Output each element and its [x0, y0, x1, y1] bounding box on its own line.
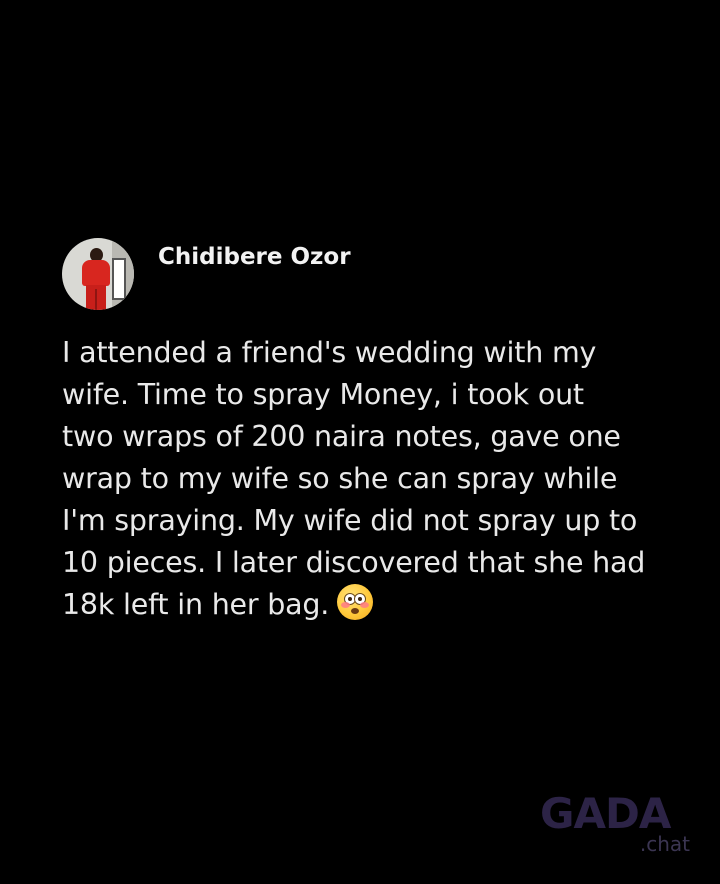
- post-body: I attended a friend's wedding with my wi…: [62, 332, 692, 626]
- post-line-7: 18k left in her bag.: [62, 588, 330, 621]
- post-line-5: I'm spraying. My wife did not spray up t…: [62, 504, 638, 537]
- avatar[interactable]: [62, 238, 134, 310]
- post-line-3: two wraps of 200 naira notes, gave one: [62, 420, 621, 453]
- watermark-logo-text: GADA: [540, 789, 671, 838]
- watermark-logo: GADA .chat: [540, 792, 700, 862]
- post-card: Chidibere Ozor I attended a friend's wed…: [62, 238, 682, 626]
- author-name[interactable]: Chidibere Ozor: [158, 244, 351, 270]
- post-header: Chidibere Ozor: [62, 238, 682, 312]
- avatar-person-legs: [86, 285, 106, 310]
- post-line-4: wrap to my wife so she can spray while: [62, 462, 618, 495]
- post-line-2: wife. Time to spray Money, i took out: [62, 378, 584, 411]
- flushed-face-icon: [337, 584, 374, 620]
- post-line-6: 10 pieces. I later discovered that she h…: [62, 546, 646, 579]
- avatar-background-door: [112, 258, 126, 300]
- avatar-person-torso: [82, 260, 110, 286]
- post-line-1: I attended a friend's wedding with my: [62, 336, 597, 369]
- watermark-sub-text: .chat: [639, 832, 690, 856]
